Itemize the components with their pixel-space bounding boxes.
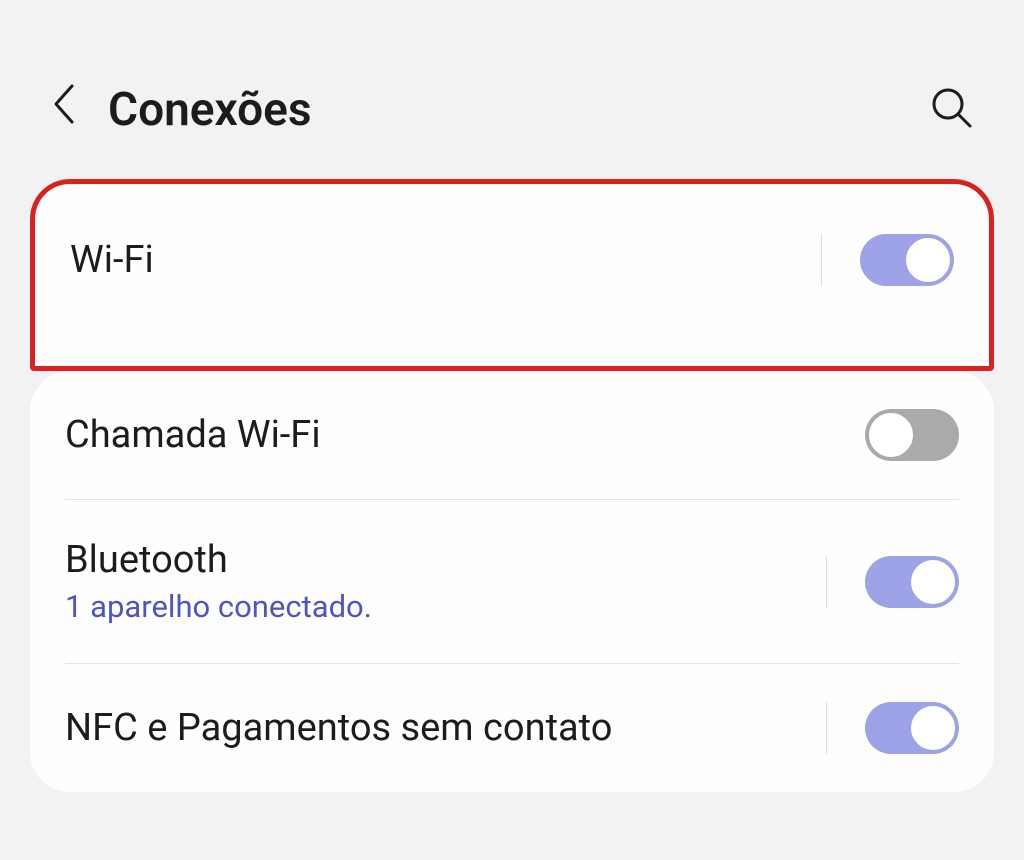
toggle-wrapper [826,702,959,754]
vertical-divider [821,234,822,286]
toggle-knob [909,704,957,752]
wifi-highlight-box: Wi-Fi [30,179,994,371]
bluetooth-label: Bluetooth [65,538,826,582]
back-icon[interactable] [50,80,78,139]
toggle-wrapper [865,409,959,461]
vertical-divider [826,556,827,608]
bluetooth-sublabel: 1 aparelho conectado. [65,588,826,625]
wifi-calling-label: Chamada Wi-Fi [65,413,865,457]
nfc-toggle[interactable] [865,702,959,754]
vertical-divider [826,702,827,754]
settings-panel: Chamada Wi-Fi Bluetooth 1 aparelho conec… [30,371,994,792]
toggle-knob [867,411,915,459]
settings-row-bluetooth[interactable]: Bluetooth 1 aparelho conectado. [30,500,994,663]
header: Conexões [0,0,1024,179]
wifi-toggle[interactable] [860,234,954,286]
settings-row-wifi[interactable]: Wi-Fi [70,234,954,286]
toggle-knob [904,236,952,284]
settings-container: Conexões Wi-Fi Chamada Wi-Fi [0,0,1024,792]
settings-row-nfc[interactable]: NFC e Pagamentos sem contato [30,664,994,792]
settings-row-wifi-calling[interactable]: Chamada Wi-Fi [30,371,994,499]
search-icon[interactable] [930,86,974,134]
wifi-calling-toggle[interactable] [865,409,959,461]
page-title: Conexões [108,83,900,137]
toggle-knob [909,558,957,606]
toggle-wrapper [821,234,954,286]
nfc-label: NFC e Pagamentos sem contato [65,706,826,750]
bluetooth-toggle[interactable] [865,556,959,608]
toggle-wrapper [826,556,959,608]
wifi-label: Wi-Fi [70,238,154,282]
